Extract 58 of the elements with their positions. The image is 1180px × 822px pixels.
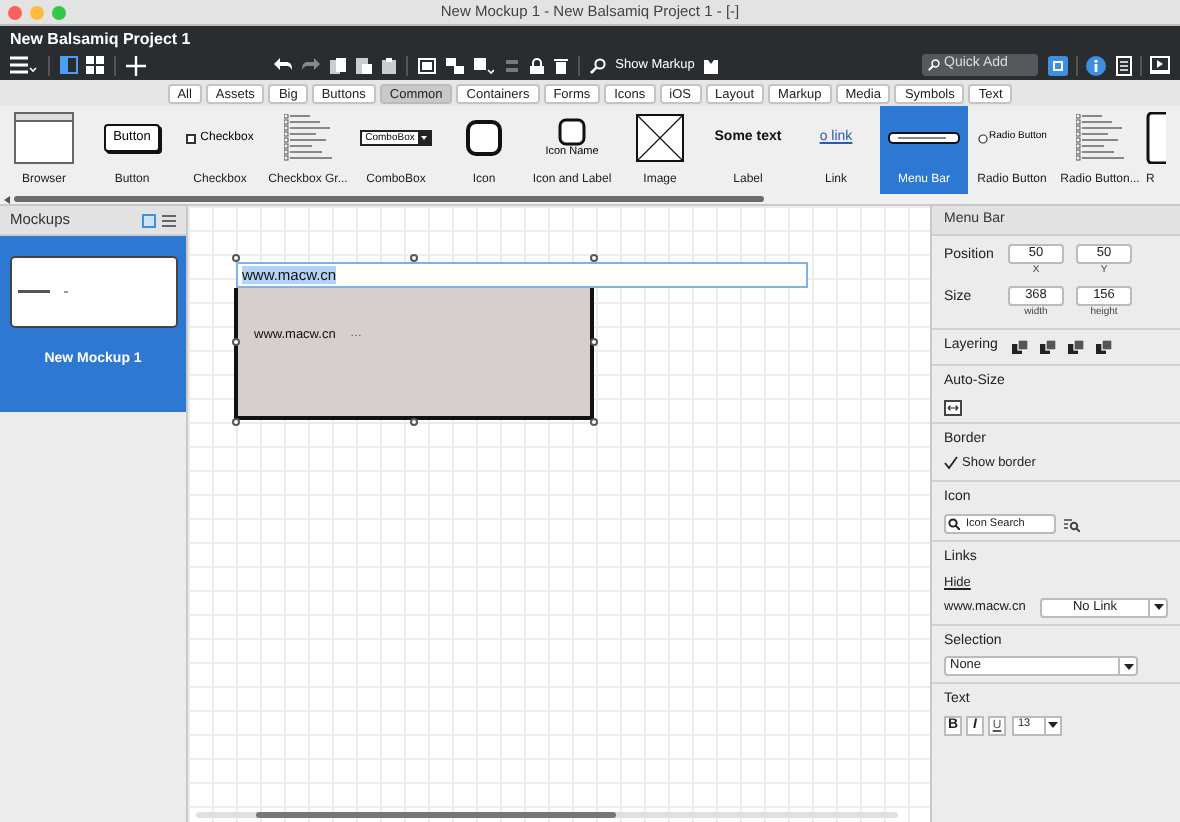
resize-handle[interactable]	[410, 418, 418, 426]
menu-bar-thumbnail	[888, 132, 960, 144]
lock-icon[interactable]	[529, 57, 544, 73]
project-title: New Balsamiq Project 1	[8, 28, 193, 50]
caret-icon	[1153, 604, 1163, 610]
auto-size-icon[interactable]	[944, 399, 962, 415]
list-thumbnail	[1076, 114, 1124, 162]
rounded-square-icon	[466, 120, 502, 156]
browse-icons-icon[interactable]	[1064, 517, 1080, 532]
trash-icon[interactable]	[553, 57, 568, 73]
resize-handle[interactable]	[232, 338, 240, 346]
checkbox-preview	[186, 133, 197, 143]
clipboard-icon[interactable]	[381, 57, 396, 73]
browser-thumbnail	[14, 112, 74, 164]
image-placeholder-icon	[636, 114, 684, 162]
paste-icon[interactable]	[355, 57, 372, 73]
resize-handle[interactable]	[410, 254, 418, 262]
undo-icon[interactable]	[273, 58, 292, 72]
list-thumbnail	[284, 114, 332, 162]
scroll-left-icon[interactable]	[4, 195, 10, 203]
resize-handle[interactable]	[232, 254, 240, 262]
markup-icon[interactable]	[704, 57, 719, 73]
bring-to-front-icon[interactable]	[1012, 339, 1028, 355]
search-icon[interactable]	[589, 57, 606, 73]
search-icon	[928, 58, 940, 72]
project-icon[interactable]	[1048, 55, 1068, 75]
scrollbar-thumb[interactable]	[14, 196, 764, 202]
distribute-icon[interactable]	[503, 57, 520, 73]
plus-icon[interactable]	[126, 55, 146, 75]
resize-handle[interactable]	[590, 418, 598, 426]
thumbnail-view-icon[interactable]	[142, 213, 156, 227]
play-icon[interactable]	[1150, 56, 1170, 74]
resize-handle[interactable]	[590, 254, 598, 262]
grid-icon[interactable]	[86, 56, 104, 74]
copy-icon[interactable]	[329, 57, 346, 73]
ungroup-icon[interactable]	[445, 57, 464, 73]
list-view-icon[interactable]	[162, 213, 176, 227]
menu-icon[interactable]	[10, 56, 38, 74]
panel-thumbnail	[1146, 112, 1166, 164]
radio-preview	[977, 133, 988, 143]
bring-forward-icon[interactable]	[1040, 339, 1056, 355]
panel-icon[interactable]	[60, 56, 78, 74]
checkbox[interactable]	[944, 456, 958, 471]
send-to-back-icon[interactable]	[1096, 339, 1112, 355]
align-icon[interactable]	[473, 57, 494, 73]
caret-icon	[1048, 722, 1058, 728]
redo-icon[interactable]	[301, 58, 320, 72]
caret-icon	[418, 132, 431, 144]
scrollbar-thumb[interactable]	[256, 812, 616, 818]
send-backward-icon[interactable]	[1068, 339, 1084, 355]
resize-handle[interactable]	[232, 418, 240, 426]
search-icon	[948, 518, 960, 531]
info-icon[interactable]	[1086, 55, 1106, 75]
document-icon[interactable]	[1116, 55, 1132, 75]
group-icon[interactable]	[417, 57, 436, 73]
rounded-square-icon	[557, 117, 586, 145]
resize-handle[interactable]	[590, 338, 598, 346]
caret-icon	[1123, 663, 1133, 669]
